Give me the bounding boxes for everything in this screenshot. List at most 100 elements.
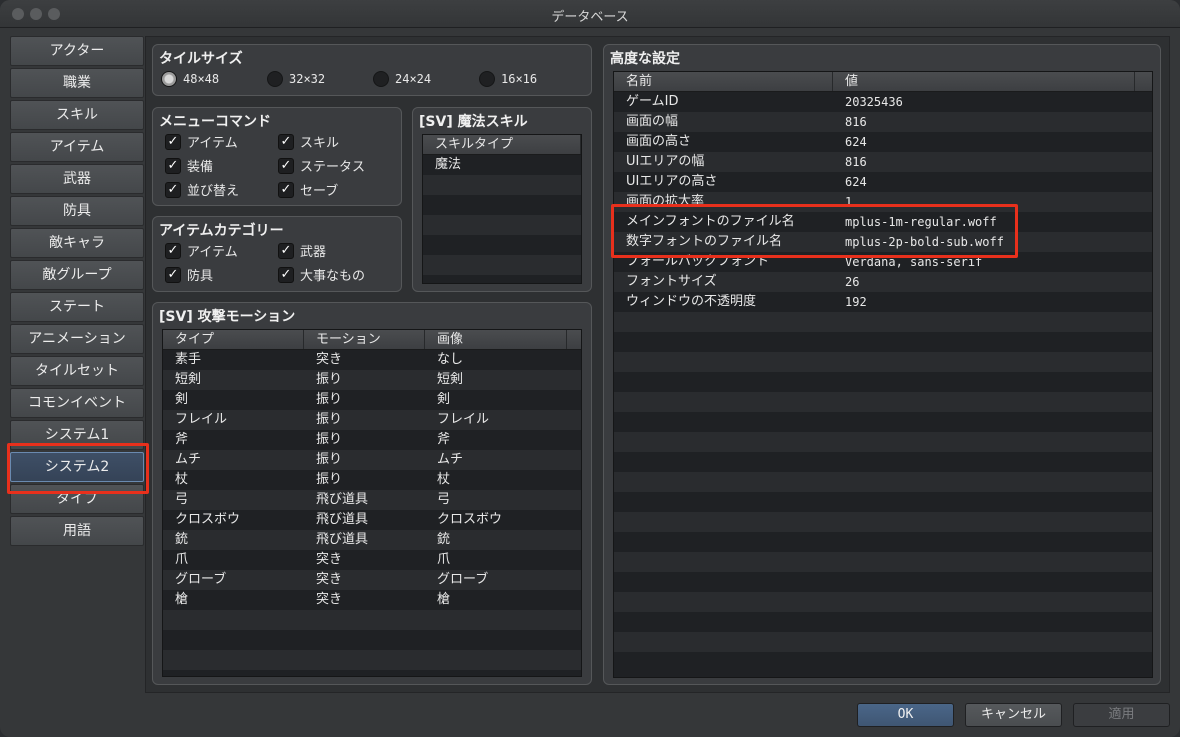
ok-button[interactable]: OK xyxy=(857,703,954,727)
table-row[interactable]: 爪 突き 爪 xyxy=(163,550,581,570)
motion-table[interactable]: タイプ モーション 画像 素手 突き なし 短剣 振り 短剣剣振り剣フレイル 振り フレイル斧… xyxy=(162,329,582,677)
list-item[interactable] xyxy=(423,215,581,235)
table-row[interactable]: UIエリアの幅 816 xyxy=(614,152,1152,172)
checkbox-option[interactable]: ✓ 防具 xyxy=(165,265,213,284)
list-item[interactable] xyxy=(423,255,581,275)
checkbox[interactable]: ✓ xyxy=(165,133,181,150)
checkbox[interactable]: ✓ xyxy=(278,181,294,198)
type-column-header[interactable]: タイプ xyxy=(163,330,304,349)
checkbox[interactable]: ✓ xyxy=(165,266,181,283)
sidebar-tab[interactable]: ステート xyxy=(10,292,144,322)
sidebar-tab[interactable]: コモンイベント xyxy=(10,388,144,418)
table-row[interactable]: ゲームID 20325436 xyxy=(614,92,1152,112)
table-row[interactable] xyxy=(614,512,1152,532)
table-row[interactable] xyxy=(614,412,1152,432)
table-row[interactable]: 画面の幅 816 xyxy=(614,112,1152,132)
sidebar-tab[interactable]: タイルセット xyxy=(10,356,144,386)
tile-size-option[interactable]: 24×24 xyxy=(373,71,431,87)
checkbox[interactable]: ✓ xyxy=(165,157,181,174)
table-row[interactable] xyxy=(614,552,1152,572)
checkbox-option[interactable]: ✓ 大事なもの xyxy=(278,265,365,284)
table-row[interactable] xyxy=(614,392,1152,412)
sidebar-tab[interactable]: 敵グループ xyxy=(10,260,144,290)
name-column-header[interactable]: 名前 xyxy=(614,72,833,91)
table-row[interactable]: UIエリアの高さ 624 xyxy=(614,172,1152,192)
table-row[interactable] xyxy=(163,650,581,670)
table-row[interactable] xyxy=(614,472,1152,492)
sidebar-tab[interactable]: 敵キャラ xyxy=(10,228,144,258)
advanced-settings-table[interactable]: 名前 値 ゲームID 20325436 画面の幅 816 画面の高さ 624 UIエリアの幅… xyxy=(613,71,1153,678)
checkbox[interactable]: ✓ xyxy=(278,266,294,283)
checkbox-option[interactable]: ✓ アイテム xyxy=(165,241,238,260)
table-row[interactable]: 槍 突き 槍 xyxy=(163,590,581,610)
table-row[interactable] xyxy=(163,610,581,630)
table-row[interactable] xyxy=(614,372,1152,392)
radio-button[interactable] xyxy=(161,71,177,87)
checkbox-option[interactable]: ✓ スキル xyxy=(278,132,339,151)
skill-type-list[interactable]: スキルタイプ 魔法 xyxy=(422,134,582,284)
table-row[interactable] xyxy=(614,432,1152,452)
sidebar-tab[interactable]: アニメーション xyxy=(10,324,144,354)
sidebar-tab[interactable]: アイテム xyxy=(10,132,144,162)
table-row[interactable]: ウィンドウの不透明度 192 xyxy=(614,292,1152,312)
sidebar-tab[interactable]: 職業 xyxy=(10,68,144,98)
list-item[interactable] xyxy=(423,195,581,215)
table-row[interactable] xyxy=(614,352,1152,372)
checkbox[interactable]: ✓ xyxy=(278,242,294,259)
checkbox-option[interactable]: ✓ セーブ xyxy=(278,180,338,199)
tile-size-option[interactable]: 48×48 xyxy=(161,71,219,87)
sidebar-tab[interactable]: 防具 xyxy=(10,196,144,226)
checkbox-option[interactable]: ✓ 装備 xyxy=(165,156,213,175)
table-row[interactable]: 斧 振り 斧 xyxy=(163,430,581,450)
checkbox-option[interactable]: ✓ アイテム xyxy=(165,132,238,151)
table-row[interactable]: 弓 飛び道具 弓 xyxy=(163,490,581,510)
checkbox[interactable]: ✓ xyxy=(278,157,294,174)
checkbox[interactable]: ✓ xyxy=(165,181,181,198)
table-row[interactable] xyxy=(614,452,1152,472)
table-row[interactable] xyxy=(614,332,1152,352)
table-row[interactable]: 短剣 振り 短剣 xyxy=(163,370,581,390)
sidebar-tab[interactable]: 武器 xyxy=(10,164,144,194)
table-row[interactable]: ムチ 振り ムチ xyxy=(163,450,581,470)
radio-button[interactable] xyxy=(267,71,283,87)
table-row[interactable]: グローブ 突き グローブ xyxy=(163,570,581,590)
window-title: データベース xyxy=(551,10,629,25)
apply-button[interactable]: 適用 xyxy=(1073,703,1170,727)
table-row[interactable]: フレイル 振り フレイル xyxy=(163,410,581,430)
table-row[interactable] xyxy=(614,612,1152,632)
radio-button[interactable] xyxy=(479,71,495,87)
table-row[interactable]: 杖 振り 杖 xyxy=(163,470,581,490)
table-row[interactable] xyxy=(614,312,1152,332)
motion-column-header[interactable]: モーション xyxy=(304,330,425,349)
checkbox[interactable]: ✓ xyxy=(165,242,181,259)
table-row[interactable]: 剣 振り 剣 xyxy=(163,390,581,410)
table-row[interactable] xyxy=(614,572,1152,592)
list-item[interactable] xyxy=(423,175,581,195)
sidebar-tab[interactable]: 用語 xyxy=(10,516,144,546)
table-row[interactable]: 銃 飛び道具 銃 xyxy=(163,530,581,550)
table-row[interactable] xyxy=(614,492,1152,512)
sidebar-tab[interactable]: スキル xyxy=(10,100,144,130)
checkbox-option[interactable]: ✓ 並び替え xyxy=(165,180,239,199)
table-row[interactable] xyxy=(614,632,1152,652)
checkbox-option[interactable]: ✓ ステータス xyxy=(278,156,365,175)
table-row[interactable] xyxy=(614,532,1152,552)
checkbox-option[interactable]: ✓ 武器 xyxy=(278,241,326,260)
list-item[interactable] xyxy=(423,235,581,255)
table-row[interactable]: 素手 突き なし xyxy=(163,350,581,370)
image-column-header[interactable]: 画像 xyxy=(425,330,567,349)
table-row[interactable]: 画面の高さ 624 xyxy=(614,132,1152,152)
table-row[interactable]: クロスボウ 飛び道具 クロスボウ xyxy=(163,510,581,530)
table-row[interactable] xyxy=(163,630,581,650)
value-column-header[interactable]: 値 xyxy=(833,72,1135,91)
checkbox[interactable]: ✓ xyxy=(278,133,294,150)
radio-button[interactable] xyxy=(373,71,389,87)
sidebar-tab[interactable]: アクター xyxy=(10,36,144,66)
table-row[interactable] xyxy=(614,652,1152,672)
list-item[interactable]: 魔法 xyxy=(423,155,581,175)
cancel-button[interactable]: キャンセル xyxy=(965,703,1062,727)
tile-size-option[interactable]: 16×16 xyxy=(479,71,537,87)
tile-size-option[interactable]: 32×32 xyxy=(267,71,325,87)
table-row[interactable]: フォントサイズ 26 xyxy=(614,272,1152,292)
table-row[interactable] xyxy=(614,592,1152,612)
